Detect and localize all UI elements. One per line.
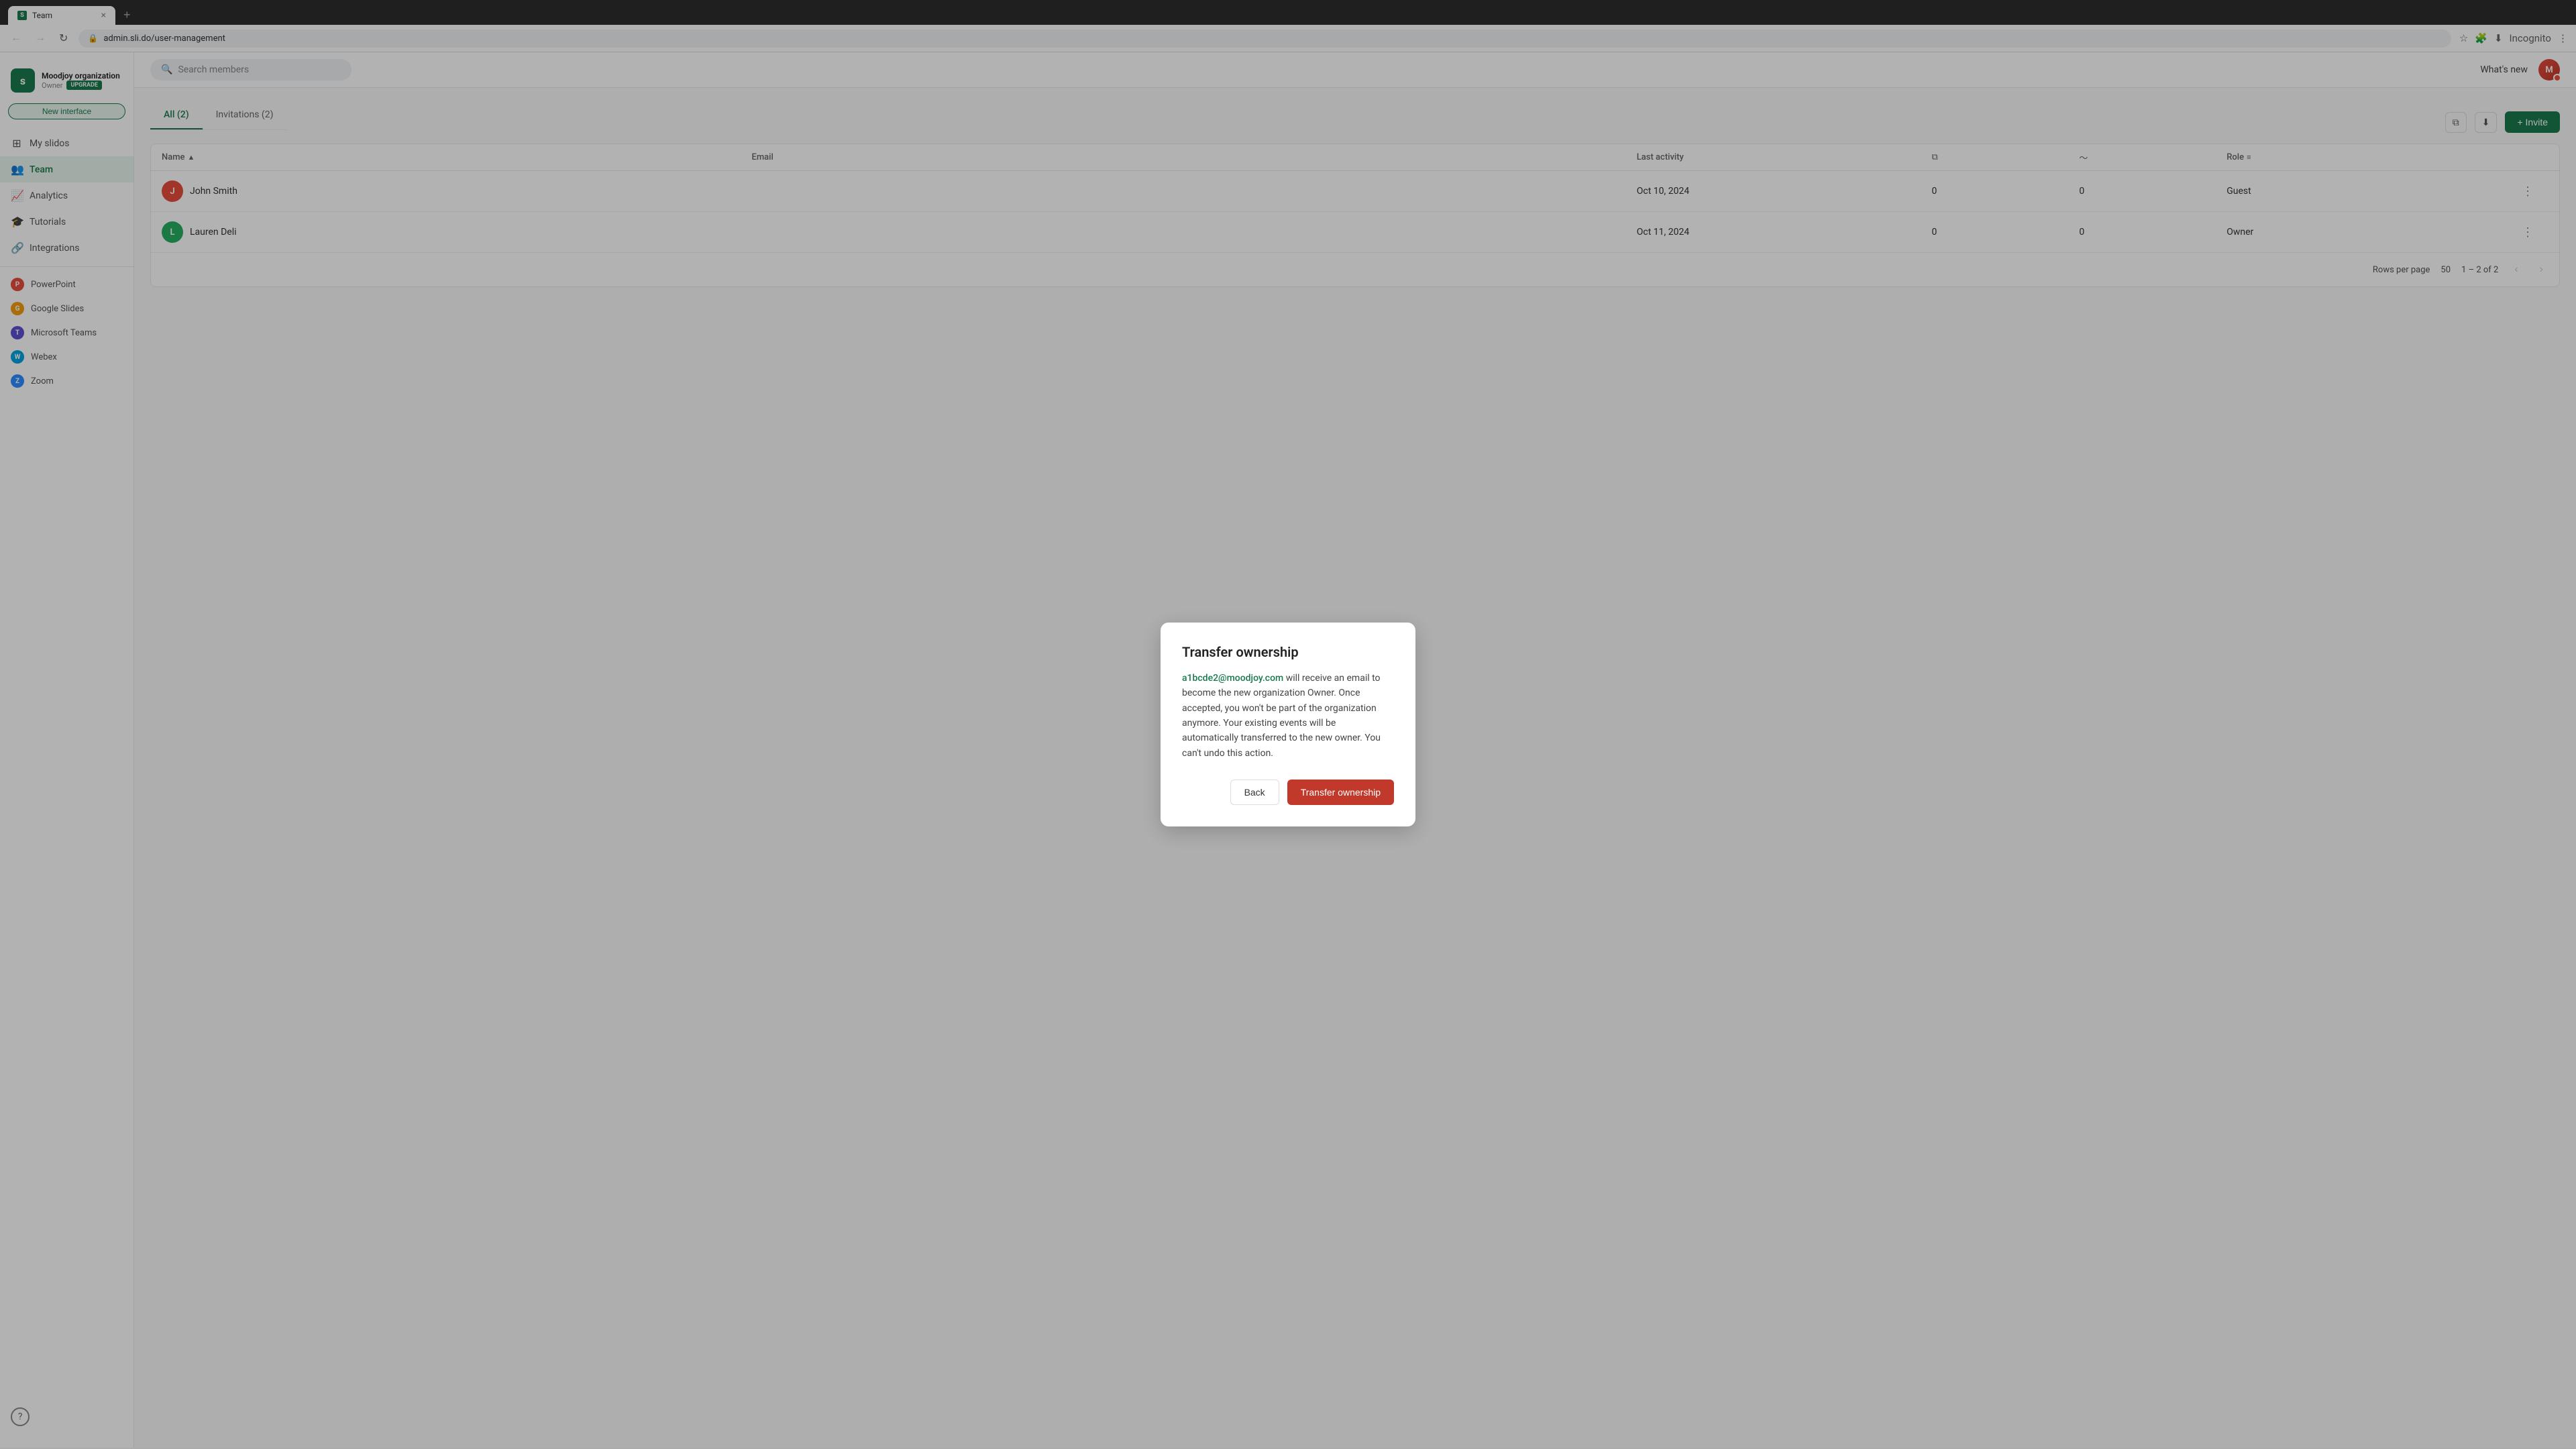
transfer-ownership-dialog: Transfer ownership a1bcde2@moodjoy.com w… bbox=[1161, 623, 1415, 826]
dialog-body: a1bcde2@moodjoy.com will receive an emai… bbox=[1182, 671, 1394, 761]
dialog-body-text: will receive an email to become the new … bbox=[1182, 673, 1381, 759]
dialog-actions: Back Transfer ownership bbox=[1182, 780, 1394, 805]
transfer-ownership-button[interactable]: Transfer ownership bbox=[1287, 780, 1394, 805]
modal-overlay: Transfer ownership a1bcde2@moodjoy.com w… bbox=[0, 0, 2576, 1449]
back-button[interactable]: Back bbox=[1230, 780, 1279, 805]
recipient-email: a1bcde2@moodjoy.com bbox=[1182, 673, 1283, 684]
dialog-title: Transfer ownership bbox=[1182, 644, 1394, 660]
